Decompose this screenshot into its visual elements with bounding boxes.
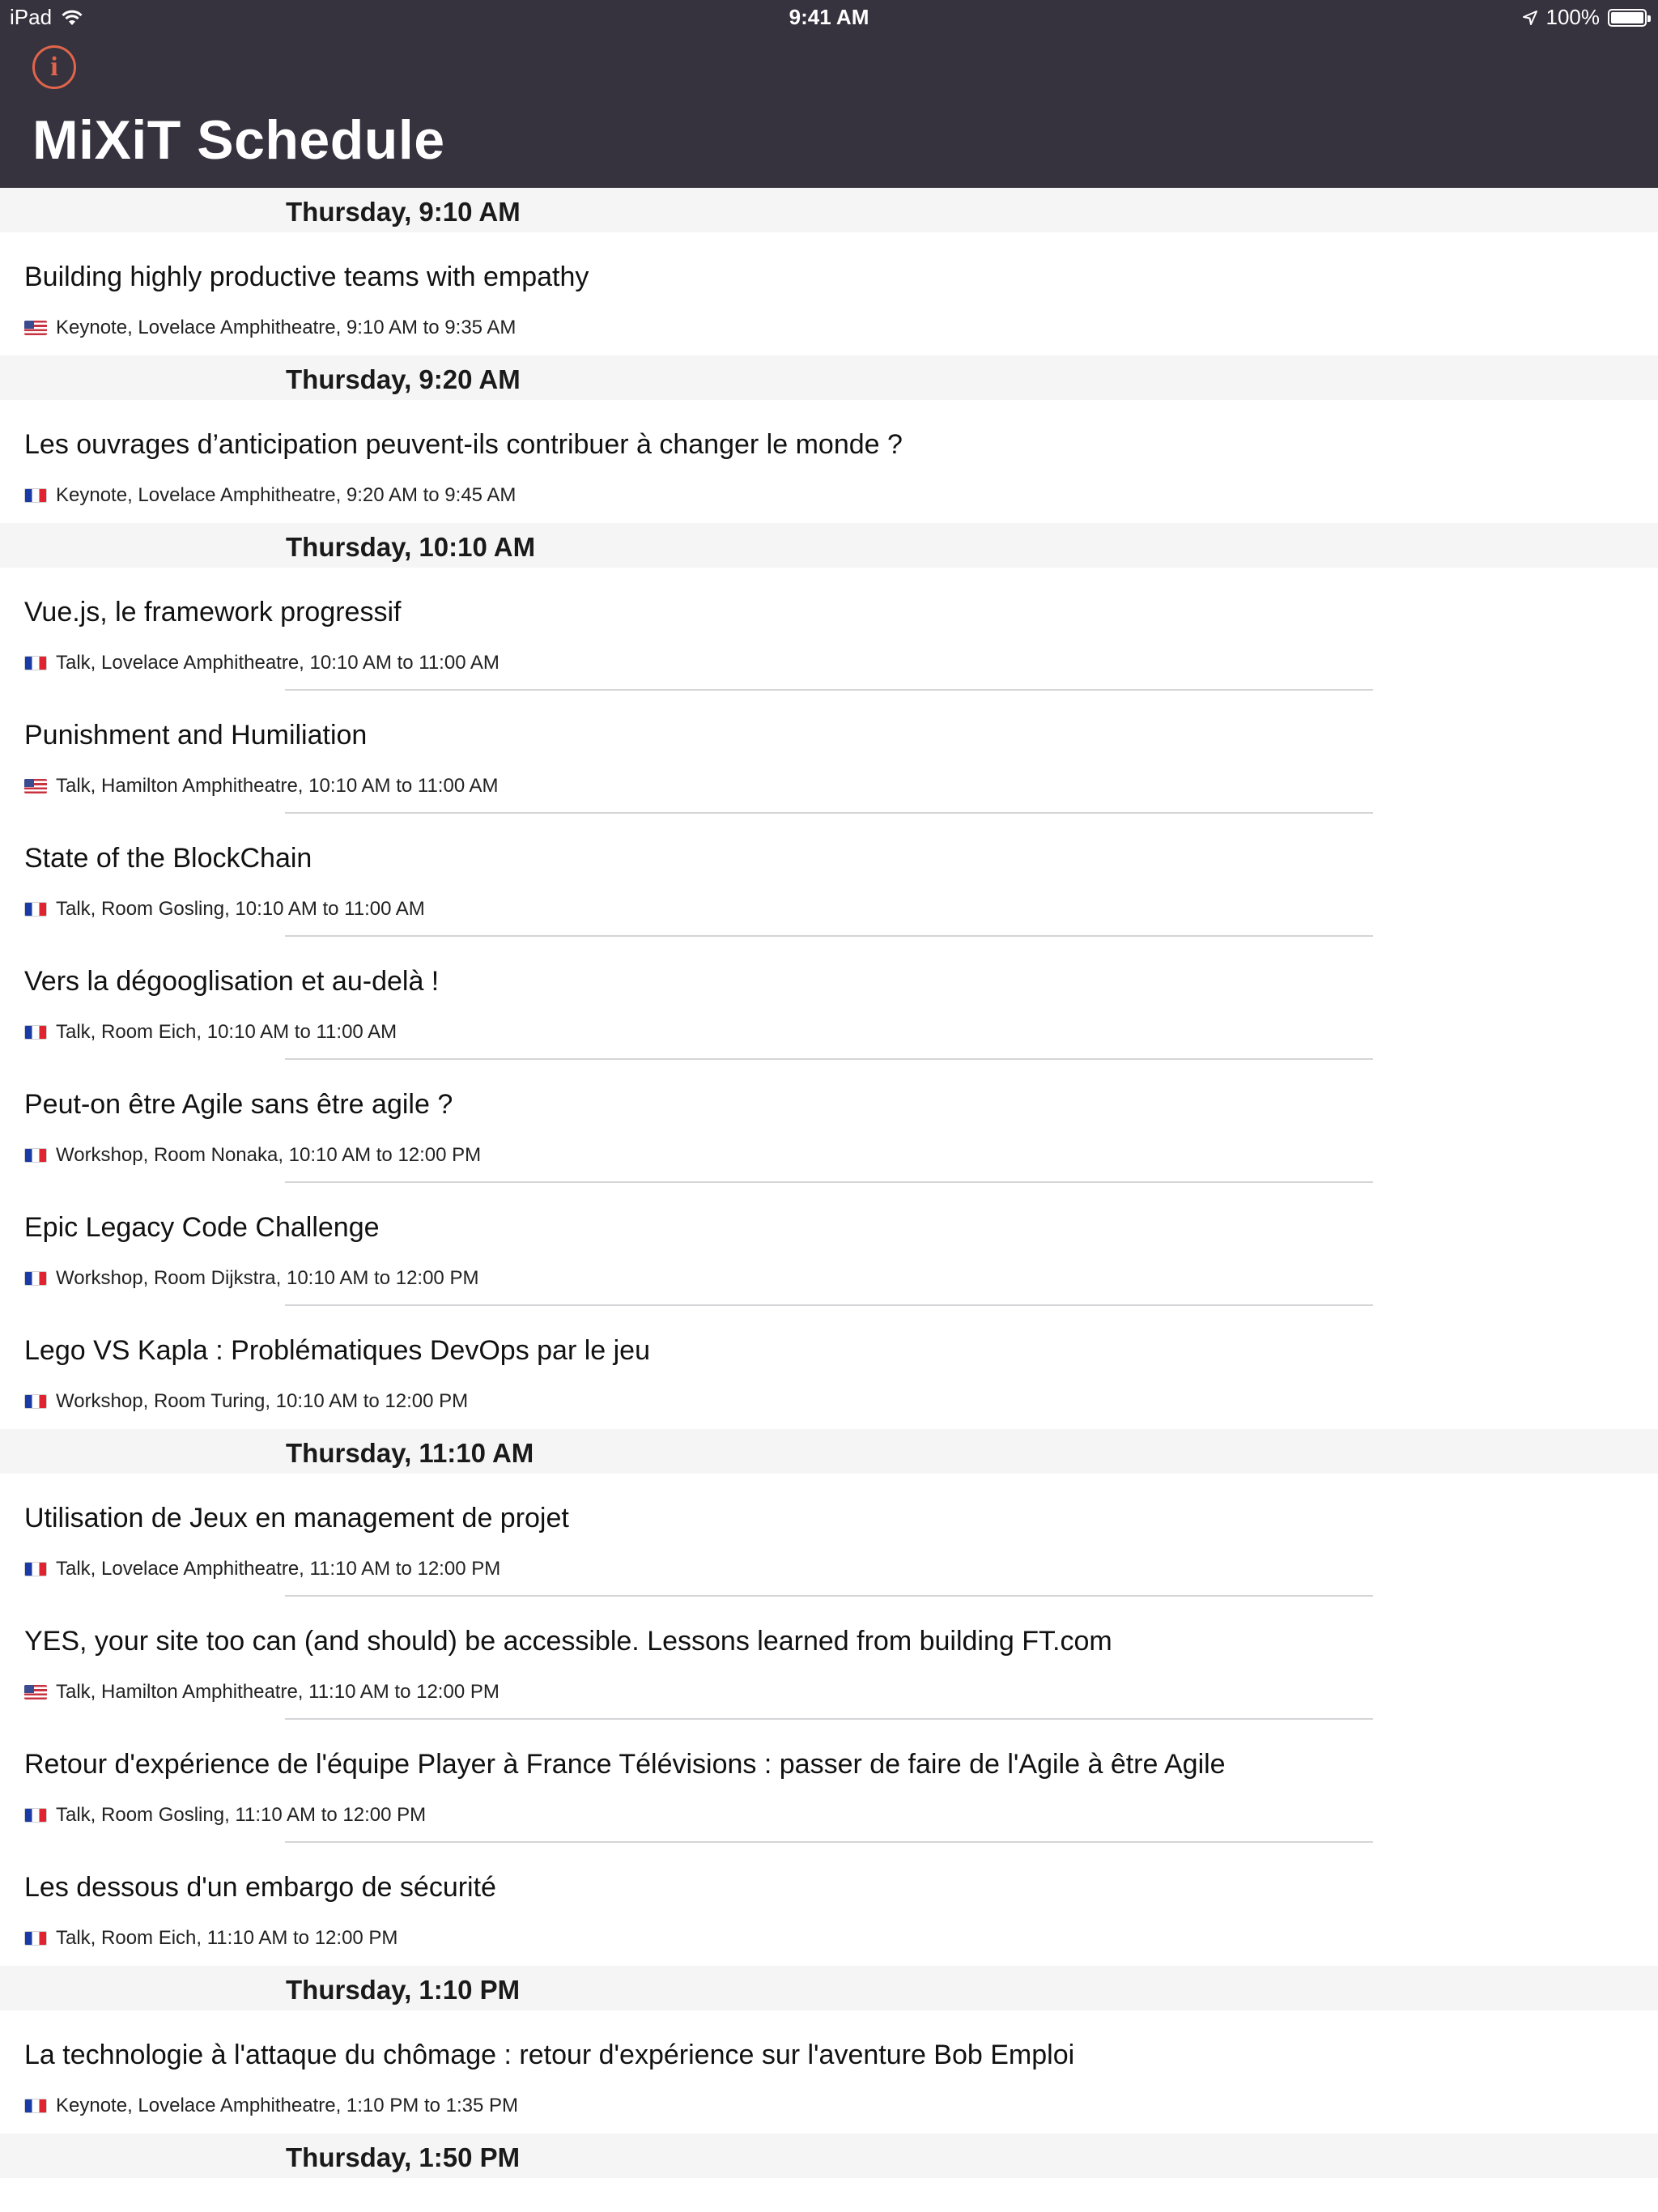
session-row[interactable]: Vue.js, le framework progressif Talk, Lov…	[0, 568, 1658, 691]
session-meta-text: Talk, Lovelace Amphitheatre, 11:10 AM to…	[56, 1558, 501, 1580]
fr-flag-icon	[24, 1394, 47, 1409]
session-row[interactable]: Les dessous d'un embargo de sécurité Talk…	[0, 1843, 1658, 1966]
session-row[interactable]: State of the BlockChain Talk, Room Goslin…	[0, 814, 1658, 937]
status-bar: iPad 9:41 AM 100%	[0, 0, 1658, 32]
session-row[interactable]: La technologie à l'attaque du chômage : …	[0, 2010, 1658, 2133]
session-title: Building highly productive teams with em…	[24, 262, 589, 292]
session-meta-text: Workshop, Room Nonaka, 10:10 AM to 12:00…	[56, 1144, 482, 1166]
page-title: MiXiT Schedule	[32, 109, 445, 171]
session-details: Keynote, Lovelace Amphitheatre, 9:20 AM …	[24, 484, 516, 507]
session-title: Utilisation de Jeux en management de pro…	[24, 1503, 569, 1534]
fr-flag-icon	[24, 488, 47, 503]
fr-flag-icon	[24, 1271, 47, 1286]
app-screen: iPad 9:41 AM 100% i MiXiT Schedule Thurs…	[0, 0, 1658, 2212]
session-meta-text: Keynote, Lovelace Amphitheatre, 9:20 AM …	[56, 484, 517, 506]
session-row[interactable]: Epic Legacy Code Challenge Workshop, Room…	[0, 1183, 1658, 1306]
session-title: State of the BlockChain	[24, 843, 312, 874]
status-time: 9:41 AM	[789, 5, 869, 29]
session-details: Workshop, Room Turing, 10:10 AM to 12:00…	[24, 1390, 468, 1413]
session-meta-text: Talk, Room Gosling, 10:10 AM to 11:00 AM	[56, 898, 425, 920]
fr-flag-icon	[24, 1931, 47, 1946]
session-row[interactable]: Punishment and Humiliation Talk, Hamilton…	[0, 691, 1658, 814]
session-title: Epic Legacy Code Challenge	[24, 1212, 380, 1243]
session-meta-text: Talk, Room Gosling, 11:10 AM to 12:00 PM	[56, 1804, 427, 1826]
session-meta-text: Talk, Hamilton Amphitheatre, 10:10 AM to…	[56, 775, 499, 797]
info-button[interactable]: i	[32, 45, 76, 89]
battery-percentage: 100%	[1545, 5, 1601, 29]
session-row[interactable]: Peut-on être Agile sans être agile ? Work…	[0, 1060, 1658, 1183]
fr-flag-icon	[24, 656, 47, 670]
session-title: La technologie à l'attaque du chômage : …	[24, 2040, 1075, 2070]
session-meta-text: Talk, Room Eich, 11:10 AM to 12:00 PM	[56, 1927, 398, 1949]
session-details: Talk, Hamilton Amphitheatre, 10:10 AM to…	[24, 775, 499, 798]
section-header: Thursday, 9:20 AM	[0, 355, 1658, 400]
us-flag-icon	[24, 779, 47, 793]
session-details: Talk, Lovelace Amphitheatre, 11:10 AM to…	[24, 1558, 500, 1580]
session-details: Talk, Room Gosling, 10:10 AM to 11:00 AM	[24, 898, 425, 921]
session-row[interactable]: Les ouvrages d’anticipation peuvent-ils …	[0, 400, 1658, 523]
section-header: Thursday, 10:10 AM	[0, 523, 1658, 568]
session-meta-text: Keynote, Lovelace Amphitheatre, 9:10 AM …	[56, 317, 517, 338]
session-title: YES, your site too can (and should) be a…	[24, 1626, 1112, 1657]
session-title: Lego VS Kapla : Problématiques DevOps pa…	[24, 1335, 651, 1366]
session-title: Retour d'expérience de l'équipe Player à…	[24, 1749, 1226, 1780]
session-meta-text: Talk, Hamilton Amphitheatre, 11:10 AM to…	[56, 1681, 500, 1703]
session-title: Vers la dégooglisation et au-delà !	[24, 966, 440, 997]
fr-flag-icon	[24, 1148, 47, 1163]
session-details: Workshop, Room Nonaka, 10:10 AM to 12:00…	[24, 1144, 481, 1167]
session-row[interactable]: YES, your site too can (and should) be a…	[0, 1597, 1658, 1720]
session-details: Talk, Lovelace Amphitheatre, 10:10 AM to…	[24, 652, 500, 674]
session-details: Talk, Room Eich, 10:10 AM to 11:00 AM	[24, 1021, 397, 1044]
session-row[interactable]: Vers la dégooglisation et au-delà ! Talk,…	[0, 937, 1658, 1060]
location-arrow-icon	[1522, 10, 1537, 25]
session-row[interactable]: Retour d'expérience de l'équipe Player à…	[0, 1720, 1658, 1843]
session-meta-text: Talk, Room Eich, 10:10 AM to 11:00 AM	[56, 1021, 397, 1043]
section-header: Thursday, 11:10 AM	[0, 1429, 1658, 1474]
session-title: Peut-on être Agile sans être agile ?	[24, 1089, 453, 1120]
session-details: Talk, Room Gosling, 11:10 AM to 12:00 PM	[24, 1804, 426, 1827]
section-header: Thursday, 1:10 PM	[0, 1966, 1658, 2010]
session-meta-text: Keynote, Lovelace Amphitheatre, 1:10 PM …	[56, 2095, 519, 2116]
session-details: Workshop, Room Dijkstra, 10:10 AM to 12:…	[24, 1267, 478, 1290]
section-header: Thursday, 9:10 AM	[0, 188, 1658, 232]
fr-flag-icon	[24, 902, 47, 917]
session-meta-text: Workshop, Room Turing, 10:10 AM to 12:00…	[56, 1390, 469, 1412]
session-title: Punishment and Humiliation	[24, 720, 368, 751]
session-title: Vue.js, le framework progressif	[24, 597, 402, 627]
schedule-list[interactable]: Thursday, 9:10 AM Building highly product…	[0, 188, 1658, 2178]
session-meta-text: Talk, Lovelace Amphitheatre, 10:10 AM to…	[56, 652, 500, 674]
session-details: Talk, Hamilton Amphitheatre, 11:10 AM to…	[24, 1681, 500, 1704]
session-details: Keynote, Lovelace Amphitheatre, 1:10 PM …	[24, 2095, 518, 2117]
session-title: Les dessous d'un embargo de sécurité	[24, 1872, 496, 1903]
session-title: Les ouvrages d’anticipation peuvent-ils …	[24, 429, 903, 460]
fr-flag-icon	[24, 1025, 47, 1040]
session-row[interactable]: Utilisation de Jeux en management de pro…	[0, 1474, 1658, 1597]
us-flag-icon	[24, 321, 47, 335]
fr-flag-icon	[24, 1562, 47, 1576]
fr-flag-icon	[24, 1808, 47, 1823]
session-details: Keynote, Lovelace Amphitheatre, 9:10 AM …	[24, 317, 516, 339]
session-row[interactable]: Lego VS Kapla : Problématiques DevOps pa…	[0, 1306, 1658, 1429]
info-icon: i	[50, 52, 58, 82]
battery-icon	[1608, 8, 1651, 27]
session-meta-text: Workshop, Room Dijkstra, 10:10 AM to 12:…	[56, 1267, 479, 1289]
navigation-header: iPad 9:41 AM 100% i MiXiT Schedule	[0, 0, 1658, 188]
section-header: Thursday, 1:50 PM	[0, 2133, 1658, 2178]
us-flag-icon	[24, 1685, 47, 1699]
session-row[interactable]: Building highly productive teams with em…	[0, 232, 1658, 355]
session-details: Talk, Room Eich, 11:10 AM to 12:00 PM	[24, 1927, 397, 1950]
fr-flag-icon	[24, 2099, 47, 2113]
status-bar-right: 100%	[1522, 5, 1651, 30]
